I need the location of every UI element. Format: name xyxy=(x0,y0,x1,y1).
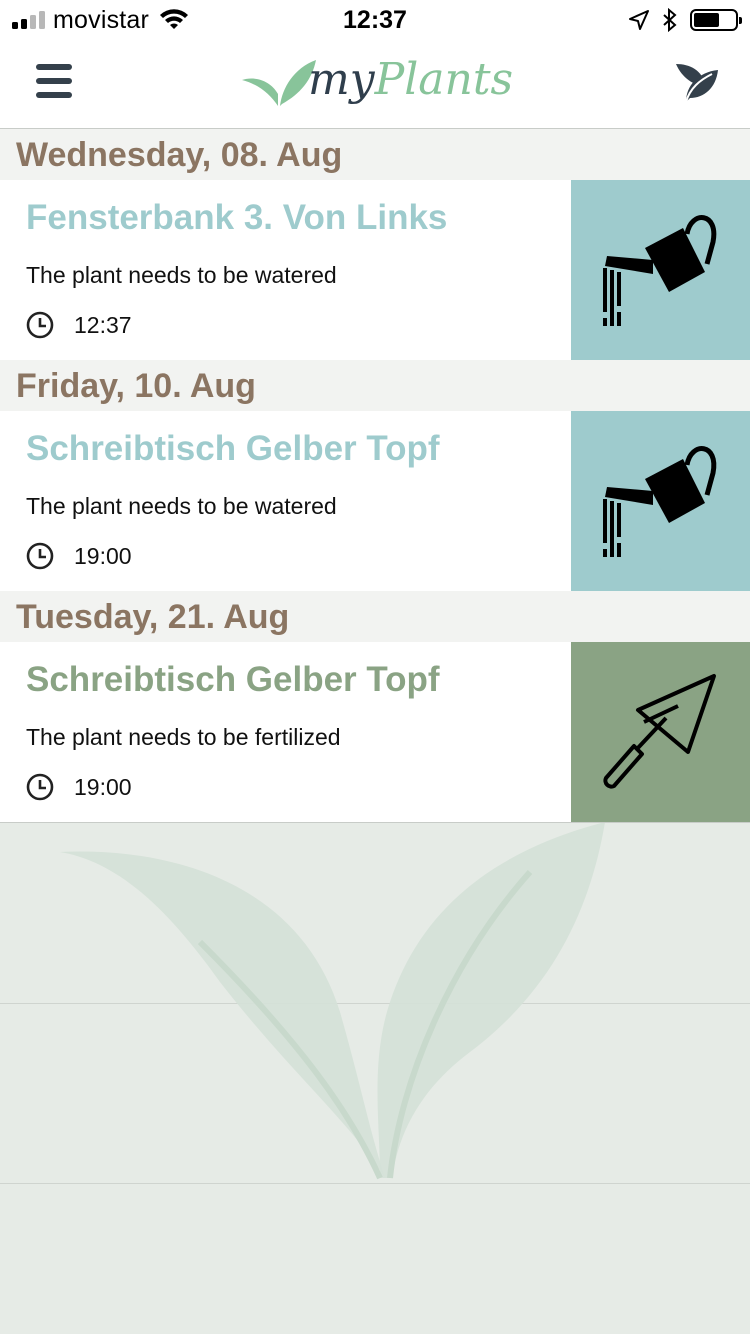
watering-can-icon xyxy=(602,215,716,326)
list-divider xyxy=(0,822,750,823)
battery-icon xyxy=(690,9,742,31)
hamburger-menu-icon[interactable] xyxy=(36,64,72,98)
bluetooth-icon xyxy=(663,8,677,32)
plant-name: Schreibtisch Gelber Topf xyxy=(26,429,440,468)
app-logo: myPlants xyxy=(240,48,514,124)
status-bar: movistar 12:37 xyxy=(0,0,750,40)
clock-icon xyxy=(26,773,54,801)
navigation-bar: myPlants xyxy=(0,40,750,129)
reminder-list: Wednesday, 08. Aug Fensterbank 3. Von Li… xyxy=(0,129,750,823)
plant-name: Fensterbank 3. Von Links xyxy=(26,198,448,237)
reminder-item[interactable]: Fensterbank 3. Von Links The plant needs… xyxy=(0,180,750,360)
date-header: Wednesday, 08. Aug xyxy=(0,129,750,180)
task-description: The plant needs to be watered xyxy=(26,262,337,288)
water-action-tile[interactable] xyxy=(571,180,750,360)
location-arrow-icon xyxy=(629,10,649,30)
reminder-item[interactable]: Schreibtisch Gelber Topf The plant needs… xyxy=(0,411,750,591)
water-action-tile[interactable] xyxy=(571,411,750,591)
clock-icon xyxy=(26,542,54,570)
leaf-icon[interactable] xyxy=(672,58,720,106)
task-description: The plant needs to be watered xyxy=(26,493,337,519)
plant-name: Schreibtisch Gelber Topf xyxy=(26,660,440,699)
date-header: Tuesday, 21. Aug xyxy=(0,591,750,642)
reminder-item[interactable]: Schreibtisch Gelber Topf The plant needs… xyxy=(0,642,750,822)
reminder-time: 12:37 xyxy=(74,311,132,338)
clock-icon xyxy=(26,311,54,339)
logo-my-text: my xyxy=(308,54,375,105)
logo-plants-text: Plants xyxy=(374,54,514,105)
background-leaf-watermark xyxy=(60,822,605,1180)
task-description: The plant needs to be fertilized xyxy=(26,724,341,750)
fertilize-action-tile[interactable] xyxy=(571,642,750,822)
reminder-time: 19:00 xyxy=(74,542,132,569)
watering-can-icon xyxy=(602,446,716,557)
reminder-time: 19:00 xyxy=(74,773,132,800)
date-header: Friday, 10. Aug xyxy=(0,360,750,411)
trowel-icon xyxy=(602,674,716,789)
